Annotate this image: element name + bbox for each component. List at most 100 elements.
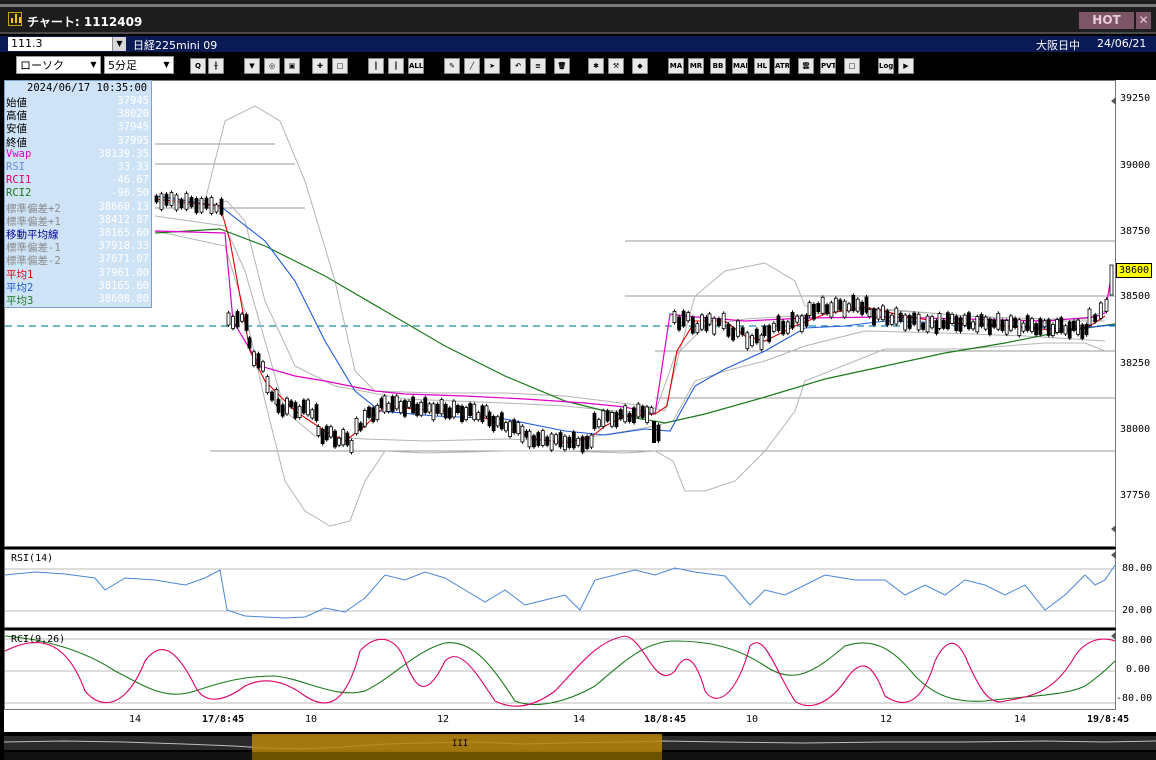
candle — [558, 432, 563, 448]
line-icon[interactable]: ╱ — [464, 58, 480, 74]
symbol-select[interactable]: 111.3 ▼ — [8, 37, 126, 51]
data-row: RSI 33.33 — [6, 161, 151, 174]
candle — [580, 436, 585, 453]
hot-button[interactable]: HOT — [1079, 12, 1134, 29]
candle — [811, 303, 816, 320]
rsi-panel[interactable]: RSI(14) — [4, 549, 1116, 628]
rsi-canvas[interactable] — [5, 550, 1117, 629]
candle — [174, 194, 179, 211]
data-row: RCI2 -96.50 — [6, 187, 151, 200]
wrench-icon[interactable]: ⚒ — [608, 58, 624, 74]
kumo-icon[interactable]: 雲 — [798, 58, 814, 74]
data-row-value: 38165.60 — [98, 227, 149, 239]
price-axis: 39250 39000 38750 38500 38250 38000 3775… — [1116, 80, 1156, 710]
price-chart-panel[interactable] — [4, 80, 1116, 547]
candle — [820, 296, 825, 314]
symbol-code: 111.3 — [11, 37, 43, 50]
data-row-value: -96.50 — [111, 187, 149, 200]
mr-icon[interactable]: MR — [688, 58, 704, 74]
trash-icon[interactable]: 🗑 — [554, 58, 570, 74]
candle — [545, 436, 550, 446]
rci-canvas[interactable] — [5, 631, 1117, 711]
chevron-down-icon[interactable]: ▼ — [160, 57, 173, 73]
price-chart-canvas[interactable] — [5, 81, 1117, 548]
bollinger-upper-1 — [154, 200, 1105, 414]
palette-icon[interactable]: ◆ — [632, 58, 648, 74]
box-icon[interactable]: □ — [844, 58, 860, 74]
candle — [491, 415, 496, 432]
data-row-label: 平均3 — [6, 295, 34, 307]
candle — [937, 313, 942, 329]
candle-zoom-icon[interactable]: ◎ — [264, 58, 280, 74]
overview-scrollbar[interactable]: III — [4, 732, 1156, 760]
candle — [154, 195, 159, 203]
candle — [508, 421, 512, 437]
time-tick: 18/8:45 — [644, 714, 687, 725]
candle — [527, 430, 532, 448]
candle — [916, 313, 921, 331]
all-icon[interactable]: ALL — [408, 58, 424, 74]
candle — [1034, 323, 1038, 336]
chevron-down-icon[interactable]: ▼ — [87, 57, 100, 73]
bollinger-upper-2 — [154, 105, 1106, 412]
candle — [992, 319, 996, 328]
crosshair-icon[interactable]: ╂ — [208, 58, 224, 74]
memo-icon[interactable]: ≡ — [530, 58, 546, 74]
candle — [314, 404, 319, 421]
candle — [310, 409, 315, 419]
candle — [443, 403, 448, 419]
export-icon[interactable]: ▶ — [898, 58, 914, 74]
candle — [189, 197, 194, 208]
candle — [640, 406, 645, 419]
candle — [164, 193, 169, 206]
chart-type-value: ローソク — [20, 59, 64, 72]
candle — [362, 409, 367, 427]
candle — [504, 422, 508, 432]
candle — [930, 316, 934, 329]
rci-panel[interactable]: RCI(9,26) — [4, 630, 1116, 710]
candle — [337, 437, 342, 446]
mae-icon[interactable]: MAE — [732, 58, 748, 74]
candle — [1087, 308, 1092, 326]
blank-icon[interactable]: □ — [332, 58, 348, 74]
settings-icon[interactable]: ✱ — [588, 58, 604, 74]
zoom-icon[interactable]: Q — [190, 58, 206, 74]
candle — [795, 315, 800, 323]
candle — [1030, 318, 1034, 332]
candle — [632, 407, 636, 424]
log-icon[interactable]: Log — [878, 58, 894, 74]
candle — [585, 436, 589, 449]
candle — [576, 437, 581, 446]
candle — [745, 332, 750, 350]
candle — [341, 429, 346, 446]
chart-type-select[interactable]: ローソク ▼ — [16, 56, 101, 74]
pvt-icon[interactable]: PVT — [820, 58, 836, 74]
chart-app-icon — [8, 12, 22, 26]
candle-icon[interactable]: ┃ — [368, 58, 384, 74]
multi-icon[interactable]: ▣ — [284, 58, 300, 74]
candle — [1080, 324, 1085, 339]
ma-icon[interactable]: MA — [668, 58, 684, 74]
hl-icon[interactable]: HL — [754, 58, 770, 74]
close-icon[interactable]: ✕ — [1136, 12, 1151, 29]
candle — [712, 317, 717, 335]
candle-2-icon[interactable]: ┃ — [388, 58, 404, 74]
candle — [1013, 317, 1017, 328]
session-date: 24/06/21 — [1097, 37, 1147, 50]
candle — [816, 303, 821, 313]
pencil-icon[interactable]: ✎ — [444, 58, 460, 74]
undo-icon[interactable]: ↶ — [510, 58, 526, 74]
split-icon[interactable]: ✚ — [312, 58, 328, 74]
atr-icon[interactable]: ATR — [774, 58, 790, 74]
down-arrow-icon[interactable]: ▼ — [244, 58, 260, 74]
candle — [472, 403, 477, 420]
bb-icon[interactable]: BB — [710, 58, 726, 74]
time-tick: 14 — [129, 714, 142, 725]
candle — [776, 315, 781, 332]
rci-tick: 0.00 — [1126, 664, 1151, 675]
cursor-icon[interactable]: ➤ — [484, 58, 500, 74]
chevron-down-icon[interactable]: ▼ — [112, 37, 126, 51]
candle — [623, 405, 628, 423]
interval-select[interactable]: 5分足 ▼ — [104, 56, 174, 74]
candle — [390, 396, 395, 412]
